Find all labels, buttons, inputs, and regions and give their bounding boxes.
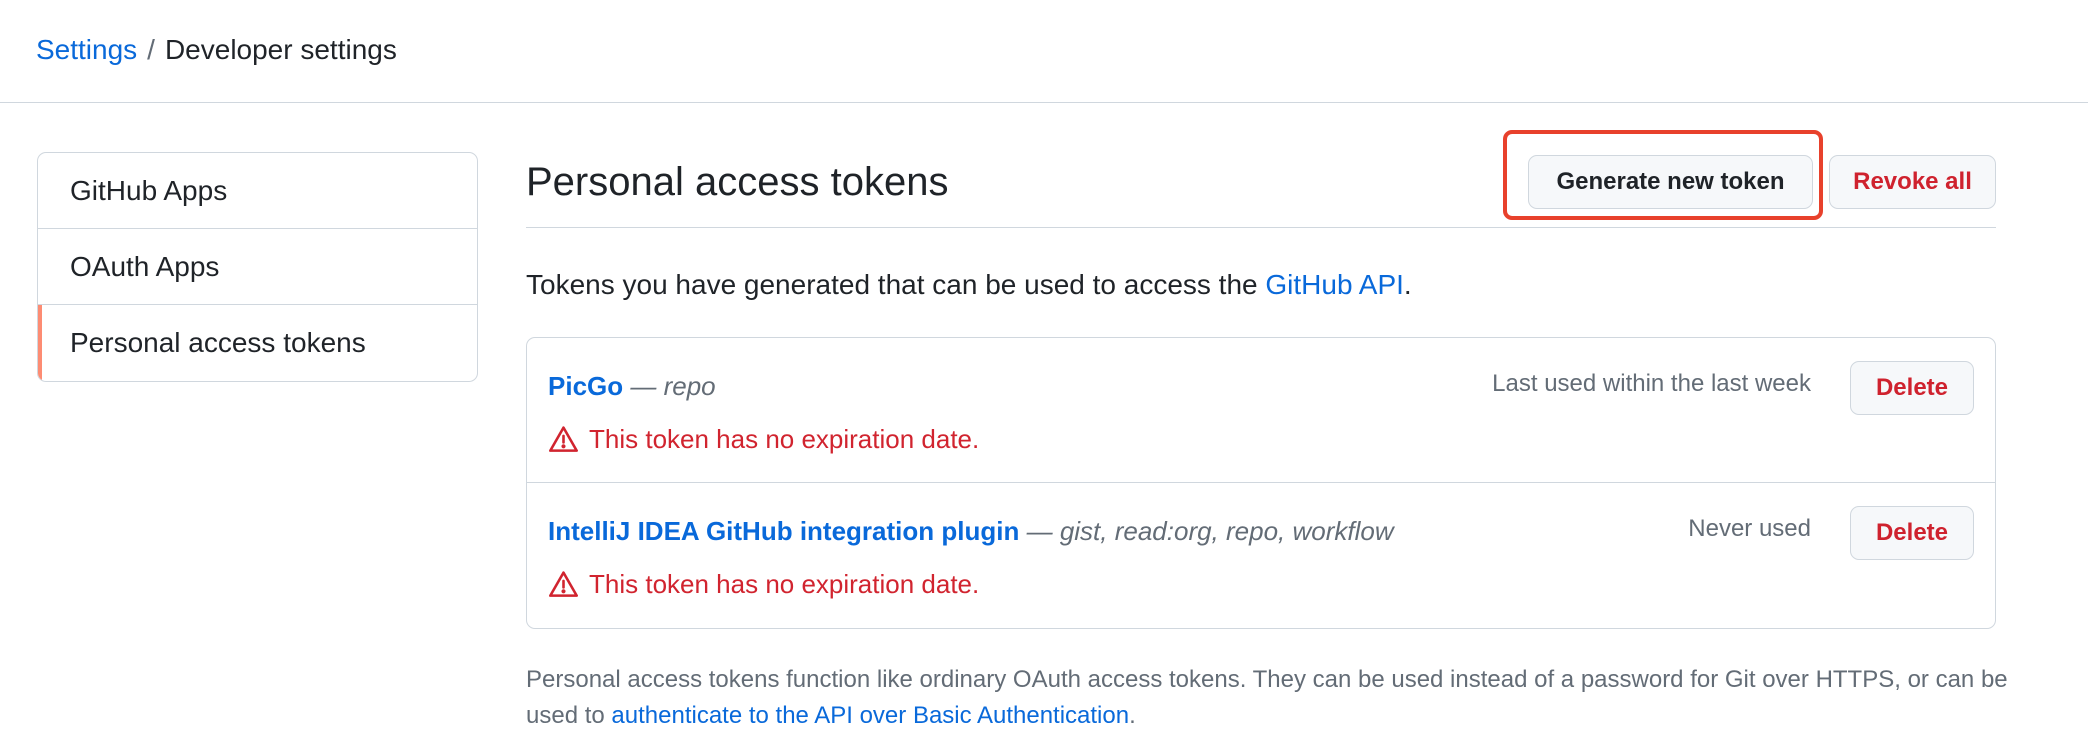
token-name-link[interactable]: IntelliJ IDEA GitHub integration plugin — [548, 516, 1019, 546]
footer-period: . — [1129, 702, 1136, 729]
token-warning-text: This token has no expiration date. — [589, 569, 980, 599]
intro-text: Tokens you have generated that can be us… — [526, 267, 1412, 303]
token-header: IntelliJ IDEA GitHub integration plugin … — [548, 513, 1394, 549]
delete-token-button[interactable]: Delete — [1850, 506, 1974, 560]
token-row: PicGo — repo This token has no expiratio… — [527, 338, 1995, 483]
token-name-link[interactable]: PicGo — [548, 371, 623, 401]
alert-triangle-icon — [549, 425, 578, 452]
token-header: PicGo — repo — [548, 368, 716, 404]
token-expiration-warning: This token has no expiration date. — [548, 566, 979, 602]
page-title: Personal access tokens — [526, 160, 949, 204]
sidebar-item-github-apps[interactable]: GitHub Apps — [38, 153, 477, 229]
footer-note: Personal access tokens function like ord… — [526, 662, 2026, 734]
token-scopes: repo — [663, 371, 716, 401]
token-dash: — — [1019, 516, 1060, 546]
settings-sidebar: GitHub Apps OAuth Apps Personal access t… — [37, 152, 478, 382]
token-warning-text: This token has no expiration date. — [589, 424, 980, 454]
breadcrumb-separator: / — [147, 34, 155, 65]
sidebar-item-personal-access-tokens[interactable]: Personal access tokens — [38, 305, 477, 381]
token-row: IntelliJ IDEA GitHub integration plugin … — [527, 483, 1995, 628]
delete-token-button[interactable]: Delete — [1850, 361, 1974, 415]
sidebar-item-oauth-apps[interactable]: OAuth Apps — [38, 229, 477, 305]
token-expiration-warning: This token has no expiration date. — [548, 421, 979, 457]
generate-new-token-button[interactable]: Generate new token — [1528, 155, 1813, 209]
alert-triangle-icon — [549, 570, 578, 597]
token-last-used: Never used — [1688, 515, 1811, 542]
github-api-link[interactable]: GitHub API — [1265, 269, 1404, 300]
breadcrumb-settings-link[interactable]: Settings — [36, 34, 137, 65]
token-last-used: Last used within the last week — [1492, 370, 1811, 397]
top-header: Settings / Developer settings — [0, 0, 2088, 103]
breadcrumb-current: Developer settings — [164, 34, 397, 65]
token-scopes: gist, read:org, repo, workflow — [1059, 516, 1394, 546]
breadcrumb: Settings / Developer settings — [36, 32, 397, 68]
token-dash: — — [623, 371, 664, 401]
title-divider — [526, 227, 1996, 228]
revoke-all-button[interactable]: Revoke all — [1829, 155, 1996, 209]
basic-auth-link[interactable]: authenticate to the API over Basic Authe… — [611, 702, 1129, 729]
token-list: PicGo — repo This token has no expiratio… — [526, 337, 1996, 629]
intro-prefix: Tokens you have generated that can be us… — [526, 269, 1266, 300]
intro-suffix: . — [1403, 269, 1412, 300]
